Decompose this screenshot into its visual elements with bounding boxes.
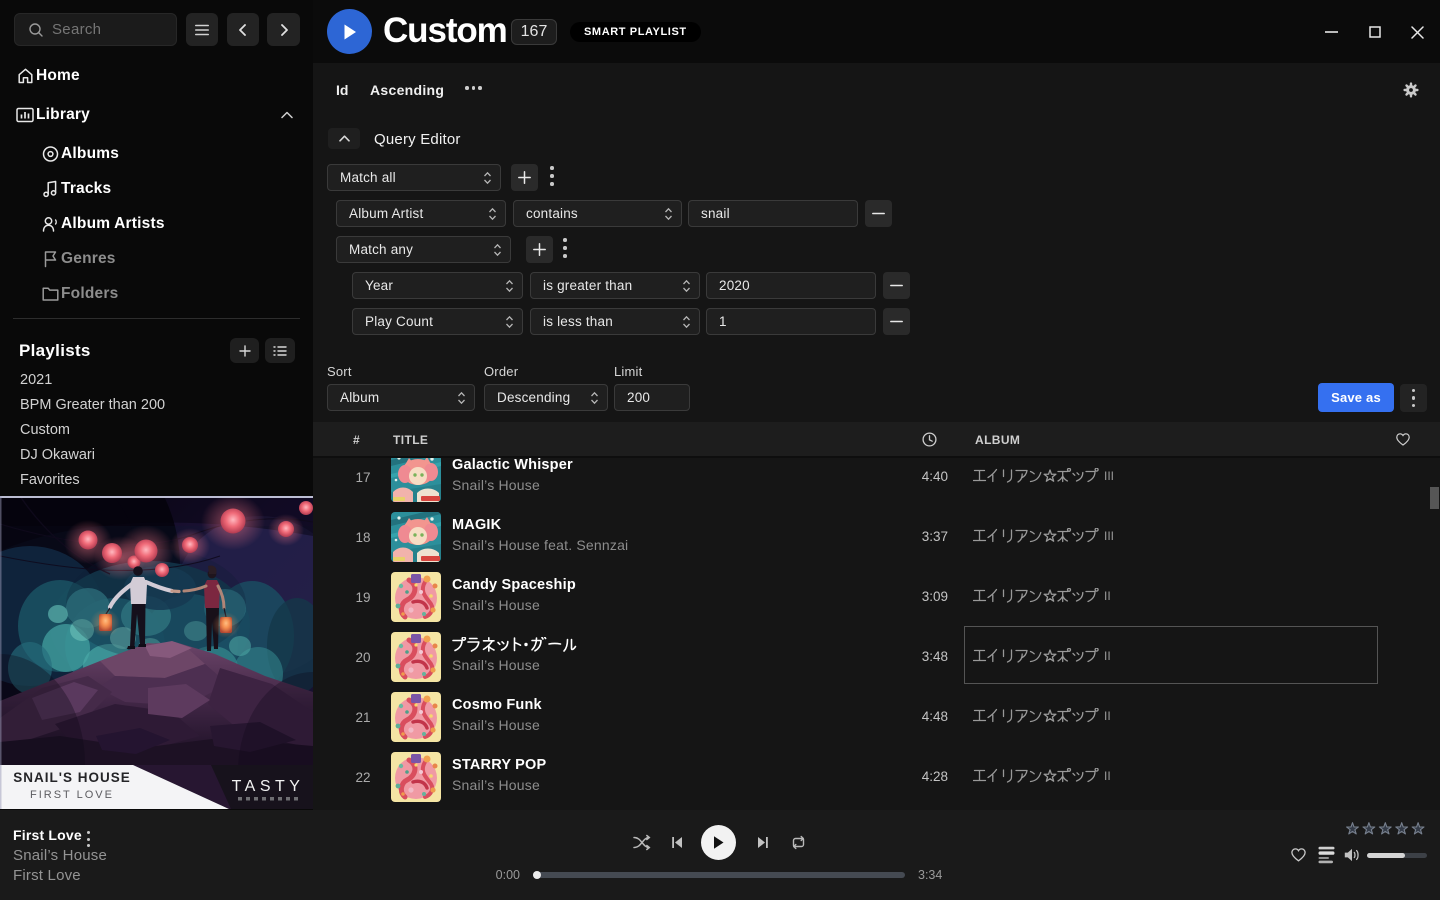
svg-text:TASTY: TASTY [232,778,305,795]
svg-text:SNAIL'S HOUSE: SNAIL'S HOUSE [13,770,130,785]
svg-text:FIRST LOVE: FIRST LOVE [30,789,114,801]
